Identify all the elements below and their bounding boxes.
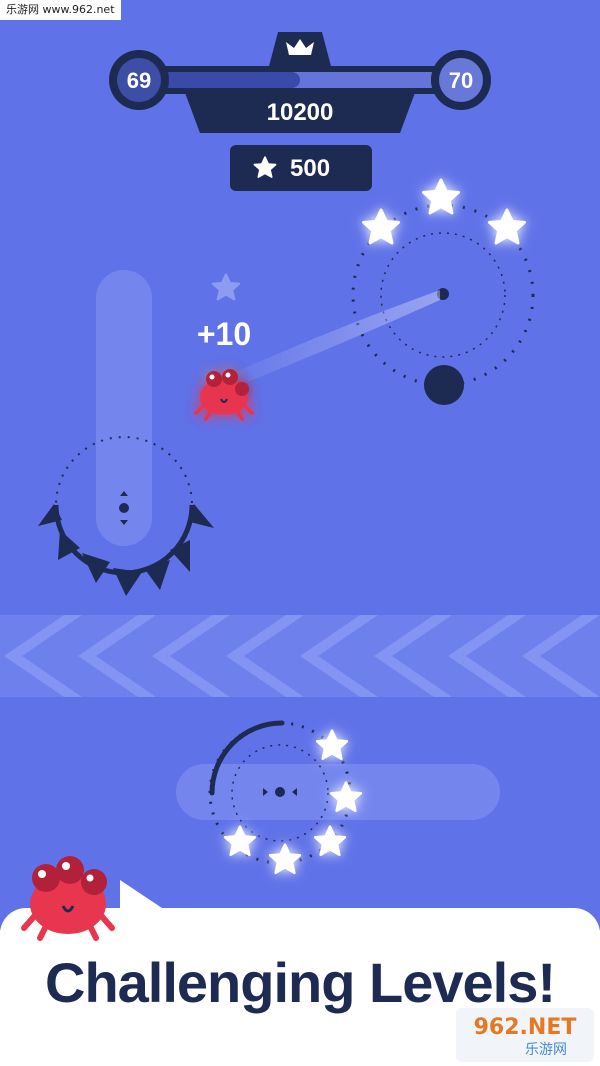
banner-title: Challenging Levels! xyxy=(45,951,556,1014)
score-value: 10200 xyxy=(267,99,334,126)
level-progress-hud: 69 70 10200 500 xyxy=(109,32,491,191)
stars-count: 500 xyxy=(290,155,330,182)
orbit-ball xyxy=(424,365,464,405)
collected-star-icon xyxy=(211,273,241,301)
star-icon xyxy=(488,208,526,245)
watermark-bottom-right: 962.NET 乐游网 xyxy=(456,1008,594,1062)
next-level-label: 70 xyxy=(449,68,473,93)
star-icon xyxy=(315,729,349,761)
launch-trail xyxy=(236,290,440,385)
star-icon xyxy=(268,843,302,875)
watermark-brand: 962.NET xyxy=(474,1015,577,1040)
current-level-label: 69 xyxy=(127,68,151,93)
progress-fill xyxy=(150,72,300,88)
points-popup: +10 xyxy=(197,316,251,352)
watermark-top-left: 乐游网 www.962.net xyxy=(0,0,121,20)
star-icon xyxy=(223,825,257,857)
game-stage[interactable]: 69 70 10200 500 +10 xyxy=(0,0,600,1066)
star-icon xyxy=(422,178,460,215)
watermark-subtitle: 乐游网 xyxy=(525,1042,567,1058)
orbit-stars xyxy=(362,178,526,245)
chevron-band xyxy=(0,615,600,697)
star-icon xyxy=(362,208,400,245)
